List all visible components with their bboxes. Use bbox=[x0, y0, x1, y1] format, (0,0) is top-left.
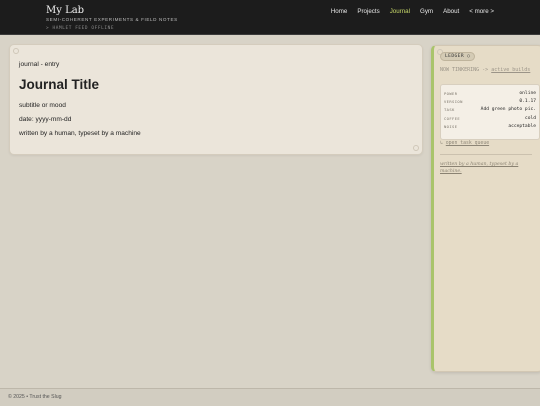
ledger-badge: LEDGER ○ bbox=[440, 52, 476, 61]
status-value: acceptable bbox=[508, 124, 536, 130]
main-nav: Home Projects Journal Gym About < more > bbox=[331, 8, 494, 15]
page-title: Journal Title bbox=[19, 77, 100, 92]
status-key: TASK bbox=[444, 107, 455, 113]
brand[interactable]: My Lab SEMI-COHERENT EXPERIMENTS & FIELD… bbox=[46, 5, 178, 31]
nav-more[interactable]: < more > bbox=[469, 8, 494, 15]
nav-projects[interactable]: Projects bbox=[357, 8, 379, 15]
status-row: POWER online bbox=[444, 89, 536, 97]
open-task-queue-link[interactable]: ↳ open task queue bbox=[440, 141, 489, 146]
nav-journal[interactable]: Journal bbox=[390, 8, 410, 15]
divider bbox=[440, 154, 532, 155]
task-queue-label: open task queue bbox=[445, 141, 490, 146]
entry-credit: written by a human, typeset by a machine bbox=[19, 130, 141, 137]
nav-about[interactable]: About bbox=[443, 8, 459, 15]
status-row: COFFEE cold bbox=[444, 114, 536, 122]
entry-date: date: yyyy-mm-dd bbox=[19, 116, 72, 123]
corner-dot-icon bbox=[13, 48, 19, 54]
active-builds-link[interactable]: active builds bbox=[491, 67, 530, 73]
entry-subtitle: subtitle or mood bbox=[19, 102, 66, 109]
site-subtitle: SEMI-COHERENT EXPERIMENTS & FIELD NOTES bbox=[46, 17, 178, 22]
status-value: Add green photo pic. bbox=[480, 107, 536, 113]
top-bar: My Lab SEMI-COHERENT EXPERIMENTS & FIELD… bbox=[0, 0, 540, 35]
status-row: TASK Add green photo pic. bbox=[444, 106, 536, 114]
footer-text: © 2025 • Trust the Slug bbox=[8, 394, 62, 400]
sidebar-credit-link[interactable]: written by a human, typeset by a machine… bbox=[440, 161, 532, 175]
status-value: 0.1.17 bbox=[519, 99, 536, 105]
now-tinkering: NOW TINKERING -> active builds bbox=[440, 67, 536, 74]
entry-kicker: journal - entry bbox=[19, 61, 60, 68]
return-arrow-icon: ↳ bbox=[440, 141, 443, 146]
feed-status: > HAMLET FEED OFFLINE bbox=[46, 26, 115, 31]
status-value: online bbox=[519, 90, 536, 96]
status-key: COFFEE bbox=[444, 115, 461, 121]
nav-home[interactable]: Home bbox=[331, 8, 348, 15]
journal-entry-card: journal - entry Journal Title subtitle o… bbox=[9, 44, 423, 155]
status-panel: POWER online VERSION 0.1.17 TASK Add gre… bbox=[440, 84, 540, 140]
now-tinkering-label: NOW TINKERING -> bbox=[440, 67, 489, 73]
site-title[interactable]: My Lab bbox=[46, 5, 178, 16]
status-value: cold bbox=[524, 115, 536, 121]
nav-gym[interactable]: Gym bbox=[420, 8, 433, 15]
status-key: NOISE bbox=[444, 124, 458, 130]
corner-dot-icon bbox=[413, 145, 419, 151]
status-key: VERSION bbox=[444, 99, 463, 105]
status-row: NOISE acceptable bbox=[444, 123, 536, 131]
status-row: VERSION 0.1.17 bbox=[444, 97, 536, 105]
status-key: POWER bbox=[444, 90, 458, 96]
ledger-sidebar: LEDGER ○ NOW TINKERING -> active builds … bbox=[431, 45, 540, 372]
footer: © 2025 • Trust the Slug bbox=[0, 388, 540, 406]
